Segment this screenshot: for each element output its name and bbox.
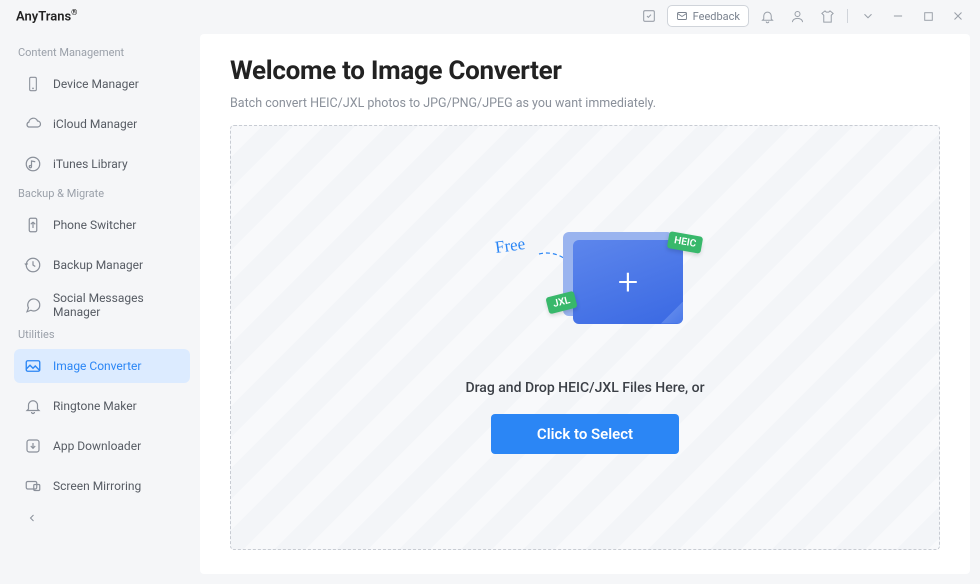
dropzone[interactable]: Free + HEIC JXL Drag and Drop HEIC/JXL F… [230, 125, 940, 550]
brand-name: AnyTrans [16, 9, 71, 24]
bell-outline-icon [24, 397, 42, 415]
phone-icon [24, 75, 42, 93]
sidebar-item-itunes-library[interactable]: iTunes Library [14, 147, 190, 181]
section-utilities: Utilities [18, 328, 186, 341]
nav-back-button[interactable] [14, 509, 190, 528]
sidebar-item-app-downloader[interactable]: App Downloader [14, 429, 190, 463]
user-icon[interactable] [785, 4, 809, 28]
window-controls: Feedback [637, 4, 970, 28]
sidebar-item-label: Backup Manager [53, 258, 143, 272]
chevron-down-icon[interactable] [856, 4, 880, 28]
divider [847, 9, 848, 23]
sidebar-item-label: App Downloader [53, 439, 141, 453]
sidebar-item-label: Device Manager [53, 77, 139, 91]
maximize-icon[interactable] [916, 4, 940, 28]
feedback-button[interactable]: Feedback [667, 5, 749, 27]
mail-icon [676, 10, 688, 22]
page-subtitle: Batch convert HEIC/JXL photos to JPG/PNG… [230, 96, 940, 111]
mirror-icon [24, 477, 42, 495]
image-icon [24, 357, 42, 375]
drop-text: Drag and Drop HEIC/JXL Files Here, or [465, 380, 704, 396]
sidebar-item-image-converter[interactable]: Image Converter [14, 349, 190, 383]
chevron-left-icon [26, 512, 38, 524]
sidebar-item-social-messages[interactable]: Social Messages Manager [14, 288, 190, 322]
cloud-icon [24, 115, 42, 133]
minimize-icon[interactable] [886, 4, 910, 28]
download-icon [24, 437, 42, 455]
sidebar-item-label: Social Messages Manager [53, 291, 180, 319]
shirt-icon[interactable] [815, 4, 839, 28]
sidebar-item-icloud-manager[interactable]: iCloud Manager [14, 107, 190, 141]
close-icon[interactable] [946, 4, 970, 28]
compose-icon[interactable] [637, 4, 661, 28]
music-note-icon [24, 155, 42, 173]
page-title: Welcome to Image Converter [230, 56, 940, 86]
card-main: + [573, 240, 683, 324]
bell-icon[interactable] [755, 4, 779, 28]
app-brand: AnyTrans® [16, 8, 77, 24]
sidebar-item-label: Ringtone Maker [53, 399, 137, 413]
titlebar: AnyTrans® Feedback [0, 0, 980, 32]
brand-reg: ® [71, 8, 77, 17]
fold-corner [661, 302, 683, 324]
sidebar-item-label: iTunes Library [53, 157, 128, 171]
sidebar-item-label: Image Converter [53, 359, 142, 373]
sidebar-item-label: iCloud Manager [53, 117, 137, 131]
section-backup-migrate: Backup & Migrate [18, 187, 186, 200]
sidebar-item-device-manager[interactable]: Device Manager [14, 67, 190, 101]
click-to-select-button[interactable]: Click to Select [491, 414, 679, 454]
switch-icon [24, 216, 42, 234]
sidebar-item-screen-mirroring[interactable]: Screen Mirroring [14, 469, 190, 503]
sidebar-item-phone-switcher[interactable]: Phone Switcher [14, 208, 190, 242]
chat-icon [24, 296, 42, 314]
sidebar-item-backup-manager[interactable]: Backup Manager [14, 248, 190, 282]
plus-icon: + [618, 264, 638, 300]
section-content-management: Content Management [18, 46, 186, 59]
sidebar-item-label: Phone Switcher [53, 218, 136, 232]
free-label: Free [494, 233, 527, 257]
sidebar-item-label: Screen Mirroring [53, 479, 141, 493]
main-content: Welcome to Image Converter Batch convert… [200, 34, 970, 574]
history-icon [24, 256, 42, 274]
dropzone-illustration: Free + HEIC JXL [475, 222, 695, 362]
sidebar-item-ringtone-maker[interactable]: Ringtone Maker [14, 389, 190, 423]
sidebar: Content Management Device Manager iCloud… [0, 32, 200, 584]
feedback-label: Feedback [693, 10, 740, 23]
